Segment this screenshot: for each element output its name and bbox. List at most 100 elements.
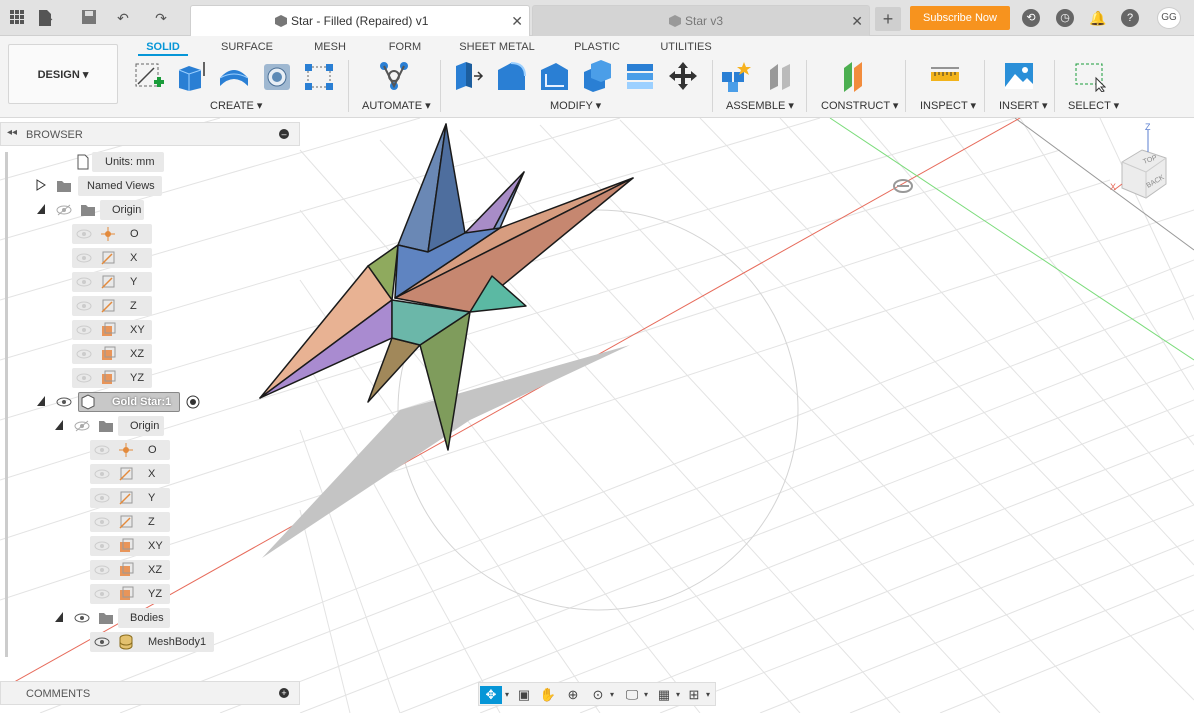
close-icon[interactable]: ✕ — [511, 6, 523, 36]
tab-mesh[interactable]: MESH — [305, 38, 355, 56]
extensions-icon[interactable]: ⟲ — [1022, 9, 1040, 27]
component-node[interactable]: Gold Star:1 — [34, 392, 210, 412]
tab-plastic[interactable]: PLASTIC — [568, 38, 626, 56]
insert-menu[interactable]: INSERT ▾ — [999, 99, 1048, 112]
component-yz-plane-node[interactable]: YZ — [90, 584, 170, 604]
component-xz-plane-node[interactable]: XZ — [90, 560, 170, 580]
zoom-icon[interactable]: ⊕ — [564, 686, 582, 704]
eye-icon[interactable] — [94, 540, 110, 552]
subscribe-button[interactable]: Subscribe Now — [910, 6, 1010, 30]
revolve-icon[interactable] — [218, 60, 250, 92]
hidden-eye-icon[interactable] — [74, 420, 90, 432]
component-xy-plane-node[interactable]: XY — [90, 536, 170, 556]
eye-icon[interactable] — [76, 276, 92, 288]
origin-x-axis-node[interactable]: X — [72, 248, 152, 268]
user-avatar[interactable]: GG — [1157, 7, 1181, 29]
origin-xz-plane-node[interactable]: XZ — [72, 344, 152, 364]
eye-icon[interactable] — [94, 492, 110, 504]
eye-icon[interactable] — [94, 564, 110, 576]
notifications-icon[interactable]: 🔔 — [1089, 9, 1107, 27]
assemble-menu[interactable]: ASSEMBLE ▾ — [726, 99, 794, 112]
eye-icon[interactable] — [76, 228, 92, 240]
automate-icon[interactable] — [378, 60, 410, 92]
origin-y-axis-node[interactable]: Y — [72, 272, 152, 292]
fit-dropdown-icon[interactable]: ▾ — [607, 686, 617, 704]
close-icon[interactable]: ✕ — [851, 6, 863, 36]
named-views-node[interactable]: Named Views — [34, 176, 164, 196]
eye-icon[interactable] — [76, 324, 92, 336]
collapse-arrow-icon[interactable] — [54, 419, 64, 431]
hole-icon[interactable] — [261, 60, 293, 92]
comments-panel[interactable]: COMMENTS + — [0, 681, 300, 705]
measure-icon[interactable] — [929, 60, 961, 92]
tab-sheet-metal[interactable]: SHEET METAL — [455, 38, 539, 56]
orbit-dropdown-icon[interactable]: ▾ — [502, 686, 512, 704]
select-menu[interactable]: SELECT ▾ — [1068, 99, 1119, 112]
grid-settings-icon[interactable]: ▦ — [655, 686, 673, 704]
component-origin-point-node[interactable]: O — [90, 440, 170, 460]
fillet-icon[interactable] — [495, 60, 527, 92]
file-menu-icon[interactable] — [36, 9, 54, 27]
component-origin-node[interactable]: Origin — [52, 416, 164, 436]
eye-icon[interactable] — [94, 468, 110, 480]
eye-icon[interactable] — [76, 348, 92, 360]
undo-icon[interactable]: ↶ — [114, 9, 132, 27]
origin-node[interactable]: Origin — [34, 200, 146, 220]
viewports-dropdown-icon[interactable]: ▾ — [703, 686, 713, 704]
pin-icon[interactable]: – — [279, 129, 289, 139]
collapse-arrow-icon[interactable] — [36, 395, 46, 407]
eye-icon[interactable] — [56, 396, 72, 408]
add-comment-icon[interactable]: + — [279, 688, 289, 698]
move-copy-icon[interactable] — [667, 60, 699, 92]
viewports-icon[interactable]: ⊞ — [685, 686, 703, 704]
units-node[interactable]: Units: mm — [70, 152, 166, 172]
eye-icon[interactable] — [76, 372, 92, 384]
tab-star-v3[interactable]: Star v3 ✕ — [532, 5, 870, 36]
eye-icon[interactable] — [94, 588, 110, 600]
hidden-eye-icon[interactable] — [56, 204, 72, 216]
workspace-switcher[interactable]: DESIGN ▾ — [8, 44, 118, 104]
tab-star-filled[interactable]: Star - Filled (Repaired) v1 ✕ — [190, 5, 530, 36]
expand-arrow-icon[interactable] — [36, 179, 46, 191]
tab-surface[interactable]: SURFACE — [215, 38, 279, 56]
insert-image-icon[interactable] — [1003, 60, 1035, 92]
eye-icon[interactable] — [94, 636, 110, 648]
eye-icon[interactable] — [76, 300, 92, 312]
display-settings-icon[interactable]: 🖵 — [623, 686, 641, 704]
display-dropdown-icon[interactable]: ▾ — [641, 686, 651, 704]
mesh-body-node[interactable]: MeshBody1 — [90, 632, 214, 652]
tab-form[interactable]: FORM — [380, 38, 430, 56]
shell-icon[interactable] — [581, 60, 613, 92]
origin-point-node[interactable]: O — [72, 224, 152, 244]
inspect-menu[interactable]: INSPECT ▾ — [920, 99, 976, 112]
origin-yz-plane-node[interactable]: YZ — [72, 368, 152, 388]
component-y-axis-node[interactable]: Y — [90, 488, 170, 508]
combine-icon[interactable] — [624, 60, 656, 92]
eye-icon[interactable] — [94, 516, 110, 528]
tab-utilities[interactable]: UTILITIES — [658, 38, 714, 56]
collapse-arrow-icon[interactable] — [54, 611, 64, 623]
tab-solid[interactable]: SOLID — [138, 38, 188, 56]
help-icon[interactable]: ? — [1121, 9, 1139, 27]
collapse-panel-icon[interactable]: ◂◂ — [7, 127, 17, 138]
eye-icon[interactable] — [74, 612, 90, 624]
construct-menu[interactable]: CONSTRUCT ▾ — [821, 99, 898, 112]
collapse-arrow-icon[interactable] — [36, 203, 46, 215]
bodies-node[interactable]: Bodies — [52, 608, 170, 628]
job-status-icon[interactable]: ◷ — [1056, 9, 1074, 27]
extrude-icon[interactable] — [175, 60, 207, 92]
press-pull-icon[interactable] — [452, 60, 484, 92]
offset-plane-icon[interactable] — [840, 60, 872, 92]
automate-menu[interactable]: AUTOMATE ▾ — [362, 99, 431, 112]
component-z-axis-node[interactable]: Z — [90, 512, 170, 532]
joint-icon[interactable] — [764, 60, 796, 92]
component-x-axis-node[interactable]: X — [90, 464, 170, 484]
view-cube[interactable]: TOP BACK Z X — [1110, 122, 1190, 212]
eye-icon[interactable] — [76, 252, 92, 264]
select-box-icon[interactable] — [1074, 60, 1106, 92]
app-grid-icon[interactable] — [8, 9, 26, 27]
origin-z-axis-node[interactable]: Z — [72, 296, 152, 316]
eye-icon[interactable] — [94, 444, 110, 456]
new-component-icon[interactable] — [720, 60, 752, 92]
create-sketch-icon[interactable] — [134, 60, 166, 92]
